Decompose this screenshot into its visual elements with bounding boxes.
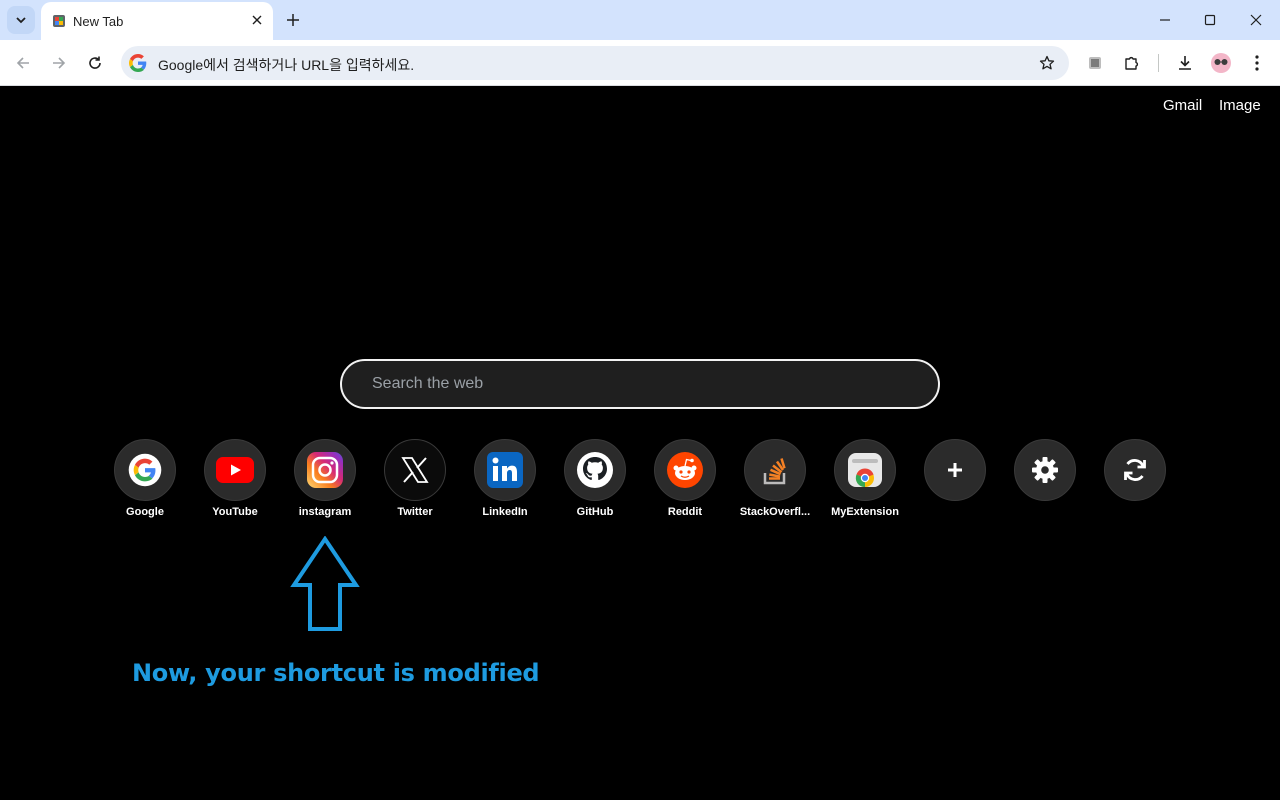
instagram-icon	[307, 452, 343, 488]
shortcut-twitter[interactable]: Twitter	[370, 439, 460, 519]
shortcut-label: Reddit	[667, 506, 703, 518]
shortcut-icon-container	[744, 439, 806, 501]
gear-icon	[1032, 457, 1058, 483]
avatar-icon	[1211, 53, 1231, 73]
reload-button[interactable]	[81, 49, 109, 77]
shortcut-icon-container	[564, 439, 626, 501]
shortcut-icon-container	[834, 439, 896, 501]
arrow-left-icon	[16, 57, 29, 69]
shortcut-label: GitHub	[576, 506, 614, 518]
shortcut-google[interactable]: Google	[100, 439, 190, 519]
shortcut-icon-container	[204, 439, 266, 501]
search-input[interactable]	[372, 373, 912, 395]
new-tab-page: Gmail Image Google	[0, 87, 1280, 800]
shortcut-reddit[interactable]: Reddit	[640, 439, 730, 519]
shortcut-icon-container	[114, 439, 176, 501]
omnibox-placeholder: Google에서 검색하거나 URL을 입력하세요.	[158, 57, 415, 73]
search-box[interactable]	[340, 359, 940, 409]
bookmark-star-button[interactable]	[1037, 53, 1057, 73]
browser-toolbar: Google에서 검색하거나 URL을 입력하세요.	[0, 40, 1280, 86]
minimize-icon	[1160, 19, 1170, 21]
puzzle-icon	[1125, 56, 1139, 70]
x-icon	[401, 457, 429, 483]
shortcut-instagram[interactable]: instagram	[280, 439, 370, 519]
menu-button[interactable]	[1245, 51, 1269, 75]
forward-button[interactable]	[45, 49, 73, 77]
extensions-button[interactable]	[1120, 51, 1144, 75]
gmail-link[interactable]: Gmail	[1163, 97, 1202, 114]
shortcut-myextension[interactable]: MyExtension	[820, 439, 910, 519]
shortcut-label: Twitter	[397, 506, 433, 518]
more-vert-icon	[1255, 55, 1259, 71]
annotation-caption: Now, your shortcut is modified	[132, 659, 540, 687]
back-button[interactable]	[9, 49, 37, 77]
shortcut-label: Google	[126, 506, 164, 518]
shortcut-label: StackOverfl...	[739, 506, 811, 518]
omnibox[interactable]: Google에서 검색하거나 URL을 입력하세요.	[121, 46, 1069, 80]
downloads-button[interactable]	[1173, 51, 1197, 75]
shortcut-icon-container	[924, 439, 986, 501]
image-link[interactable]: Image	[1219, 97, 1261, 114]
shortcut-label: instagram	[298, 506, 352, 518]
chevron-down-icon	[16, 17, 26, 24]
window-close-button[interactable]	[1233, 0, 1279, 40]
minimize-button[interactable]	[1142, 0, 1188, 40]
shortcut-stackoverflow[interactable]: StackOverfl...	[730, 439, 820, 519]
star-icon	[1039, 55, 1055, 70]
reddit-icon	[667, 452, 703, 488]
new-tab-button[interactable]	[281, 8, 305, 32]
extension-app-icon	[1089, 57, 1101, 69]
linkedin-icon	[487, 452, 523, 488]
shortcut-label: YouTube	[212, 506, 258, 518]
up-arrow-icon	[290, 536, 360, 631]
tab-close-button[interactable]	[247, 10, 267, 30]
arrow-right-icon	[53, 57, 66, 69]
sync-button[interactable]	[1090, 439, 1180, 519]
tab-search-button[interactable]	[7, 6, 35, 34]
reload-icon	[89, 56, 101, 69]
add-shortcut-button[interactable]	[910, 439, 1000, 519]
shortcut-label: LinkedIn	[482, 506, 528, 518]
active-tab[interactable]: New Tab	[41, 2, 273, 40]
close-icon	[1250, 14, 1262, 26]
shortcut-icon-container	[1104, 439, 1166, 501]
tab-strip: New Tab	[0, 0, 1280, 40]
shortcut-youtube[interactable]: YouTube	[190, 439, 280, 519]
chrome-extension-icon	[848, 453, 882, 488]
youtube-icon	[216, 457, 254, 483]
settings-button[interactable]	[1000, 439, 1090, 519]
github-icon	[577, 452, 613, 488]
sync-icon	[1124, 459, 1146, 481]
new-tab-favicon-icon	[53, 15, 65, 27]
shortcut-icon-container	[384, 439, 446, 501]
maximize-icon	[1204, 14, 1216, 26]
shortcut-icon-container	[654, 439, 716, 501]
tab-title: New Tab	[73, 14, 124, 29]
google-icon	[128, 453, 162, 487]
shortcut-label: MyExtension	[831, 506, 899, 518]
shortcut-icon-container	[474, 439, 536, 501]
maximize-button[interactable]	[1187, 0, 1233, 40]
toolbar-separator	[1158, 54, 1159, 72]
shortcut-github[interactable]: GitHub	[550, 439, 640, 519]
close-icon	[252, 15, 262, 25]
stackoverflow-icon	[763, 458, 786, 485]
shortcut-linkedin[interactable]: LinkedIn	[460, 439, 550, 519]
shortcut-icon-container	[1014, 439, 1076, 501]
extension-pinned-button[interactable]	[1083, 51, 1107, 75]
profile-button[interactable]	[1209, 51, 1233, 75]
add-icon	[948, 463, 962, 477]
plus-icon	[287, 14, 299, 26]
browser-window: New Tab Google에서 검색하거나 URL을 입력하세요. Gmail…	[0, 0, 1280, 800]
shortcut-icon-container	[294, 439, 356, 501]
download-icon	[1179, 56, 1191, 70]
google-icon	[129, 54, 147, 72]
